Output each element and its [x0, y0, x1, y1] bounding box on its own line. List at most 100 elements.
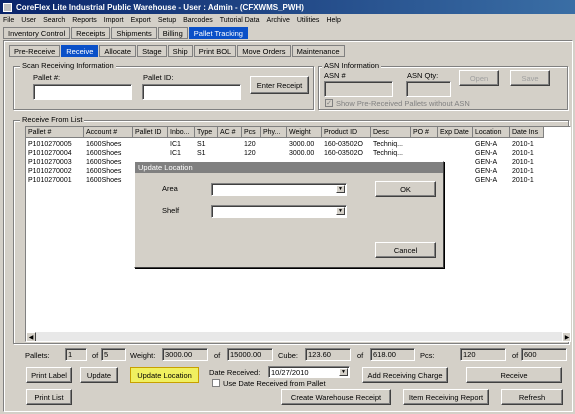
date-received-picker[interactable]: 10/27/2010 ▼ — [268, 366, 350, 378]
tab-shipments[interactable]: Shipments — [111, 27, 157, 39]
table-cell: 2010-1 — [512, 159, 534, 166]
asn-qty-input[interactable] — [406, 81, 451, 97]
column-header[interactable]: Pallet # — [26, 127, 84, 138]
table-cell: S1 — [197, 141, 206, 148]
menu-help[interactable]: Help — [326, 17, 340, 24]
tab-inventory-control[interactable]: Inventory Control — [3, 27, 71, 39]
tab-stage[interactable]: Stage — [137, 45, 167, 57]
tab-pallet-tracking[interactable]: Pallet Tracking — [188, 27, 248, 39]
column-header[interactable]: Weight — [287, 127, 322, 138]
menu-user[interactable]: User — [21, 17, 36, 24]
calendar-dropdown-icon[interactable]: ▼ — [339, 368, 348, 376]
tab-move-orders[interactable]: Move Orders — [237, 45, 291, 57]
pallet-id-input[interactable] — [142, 84, 241, 100]
pallets-of: of — [92, 351, 99, 360]
asn-number-input[interactable] — [324, 81, 393, 97]
column-header[interactable]: Pcs — [242, 127, 261, 138]
scroll-right-icon[interactable]: ▶ — [562, 332, 570, 341]
table-cell: IC1 — [170, 141, 181, 148]
horizontal-scrollbar[interactable] — [26, 332, 570, 341]
column-header[interactable]: Exp Date — [438, 127, 473, 138]
menu-import[interactable]: Import — [104, 17, 124, 24]
menu-setup[interactable]: Setup — [158, 17, 176, 24]
column-header[interactable]: Date Ins — [510, 127, 544, 138]
tab-maintenance[interactable]: Maintenance — [291, 45, 345, 57]
ok-button[interactable]: OK — [375, 181, 436, 197]
tab-print-bol[interactable]: Print BOL — [193, 45, 237, 57]
pallets-total: 5 — [101, 348, 126, 361]
menu-barcodes[interactable]: Barcodes — [183, 17, 213, 24]
column-header[interactable]: Location — [473, 127, 510, 138]
receive-button[interactable]: Receive — [466, 367, 562, 383]
print-list-button[interactable]: Print List — [26, 389, 72, 405]
column-header[interactable]: Type — [195, 127, 218, 138]
sub-tabs: Pre-Receive Receive Allocate Stage Ship … — [9, 45, 346, 57]
menu-export[interactable]: Export — [131, 17, 151, 24]
table-cell: GEN-A — [475, 168, 498, 175]
pallet-number-label: Pallet #: — [33, 73, 61, 82]
cube-value: 123.60 — [305, 348, 351, 361]
column-header[interactable]: Desc — [371, 127, 411, 138]
create-warehouse-receipt-button[interactable]: Create Warehouse Receipt — [281, 389, 391, 405]
tab-billing[interactable]: Billing — [157, 27, 188, 39]
pallet-id-label: Pallet ID: — [143, 73, 174, 82]
menu-archive[interactable]: Archive — [267, 17, 290, 24]
show-pre-received-label: Show Pre-Received Pallets without ASN — [336, 99, 470, 108]
title-bar: CoreFlex Lite Industrial Public Warehous… — [0, 0, 575, 14]
menu-reports[interactable]: Reports — [72, 17, 97, 24]
pallets-value: 1 — [65, 348, 87, 361]
column-header[interactable]: Inbo... — [168, 127, 195, 138]
table-cell: P1010270004 — [28, 150, 72, 157]
column-header[interactable]: Pallet ID — [133, 127, 168, 138]
menu-bar: File User Search Reports Import Export S… — [0, 14, 575, 26]
table-cell: GEN-A — [475, 150, 498, 157]
scroll-left-icon[interactable]: ◀ — [26, 332, 36, 341]
weight-of: of — [214, 351, 221, 360]
enter-receipt-button[interactable]: Enter Receipt — [250, 76, 309, 94]
area-select[interactable]: ▼ — [211, 183, 347, 196]
table-cell: 120 — [244, 141, 256, 148]
tab-allocate[interactable]: Allocate — [99, 45, 137, 57]
tab-receive[interactable]: Receive — [61, 45, 99, 57]
item-receiving-report-button[interactable]: Item Receiving Report — [403, 389, 489, 405]
table-cell: 1600Shoes — [86, 168, 122, 175]
table-cell — [133, 140, 168, 149]
cube-total: 618.00 — [370, 348, 415, 361]
update-button[interactable]: Update — [80, 367, 118, 383]
cancel-button[interactable]: Cancel — [375, 242, 436, 258]
table-cell: GEN-A — [475, 159, 498, 166]
column-header[interactable]: Phy... — [261, 127, 287, 138]
table-cell: GEN-A — [475, 141, 498, 148]
add-receiving-charge-button[interactable]: Add Receiving Charge — [362, 367, 448, 383]
column-header[interactable]: Product ID — [322, 127, 371, 138]
column-header[interactable]: Account # — [84, 127, 133, 138]
table-cell: 2010-1 — [512, 150, 534, 157]
use-date-received-checkbox[interactable] — [212, 379, 220, 387]
shelf-dropdown-icon[interactable]: ▼ — [336, 207, 345, 215]
menu-utilities[interactable]: Utilities — [297, 17, 320, 24]
table-cell — [438, 149, 473, 158]
save-button[interactable]: Save — [510, 70, 550, 86]
print-label-button[interactable]: Print Label — [26, 367, 72, 383]
receive-list-label: Receive From List — [20, 115, 85, 124]
pallet-number-input[interactable] — [33, 84, 132, 100]
tab-receipts[interactable]: Receipts — [71, 27, 111, 39]
shelf-select[interactable]: ▼ — [211, 205, 347, 218]
tab-pre-receive[interactable]: Pre-Receive — [9, 45, 61, 57]
column-header[interactable]: AC # — [218, 127, 242, 138]
weight-total: 15000.00 — [227, 348, 273, 361]
show-pre-received-checkbox[interactable]: ✓ — [325, 99, 333, 107]
menu-tutorial-data[interactable]: Tutorial Data — [220, 17, 260, 24]
table-cell: P1010270001 — [28, 177, 72, 184]
menu-file[interactable]: File — [3, 17, 14, 24]
refresh-button[interactable]: Refresh — [501, 389, 563, 405]
update-location-button[interactable]: Update Location — [130, 367, 199, 383]
column-header[interactable]: PO # — [411, 127, 438, 138]
table-cell — [218, 149, 242, 158]
app-icon — [3, 2, 12, 12]
area-dropdown-icon[interactable]: ▼ — [336, 185, 345, 193]
table-cell: 2010-1 — [512, 177, 534, 184]
tab-ship[interactable]: Ship — [167, 45, 193, 57]
open-button[interactable]: Open — [459, 70, 499, 86]
menu-search[interactable]: Search — [43, 17, 65, 24]
